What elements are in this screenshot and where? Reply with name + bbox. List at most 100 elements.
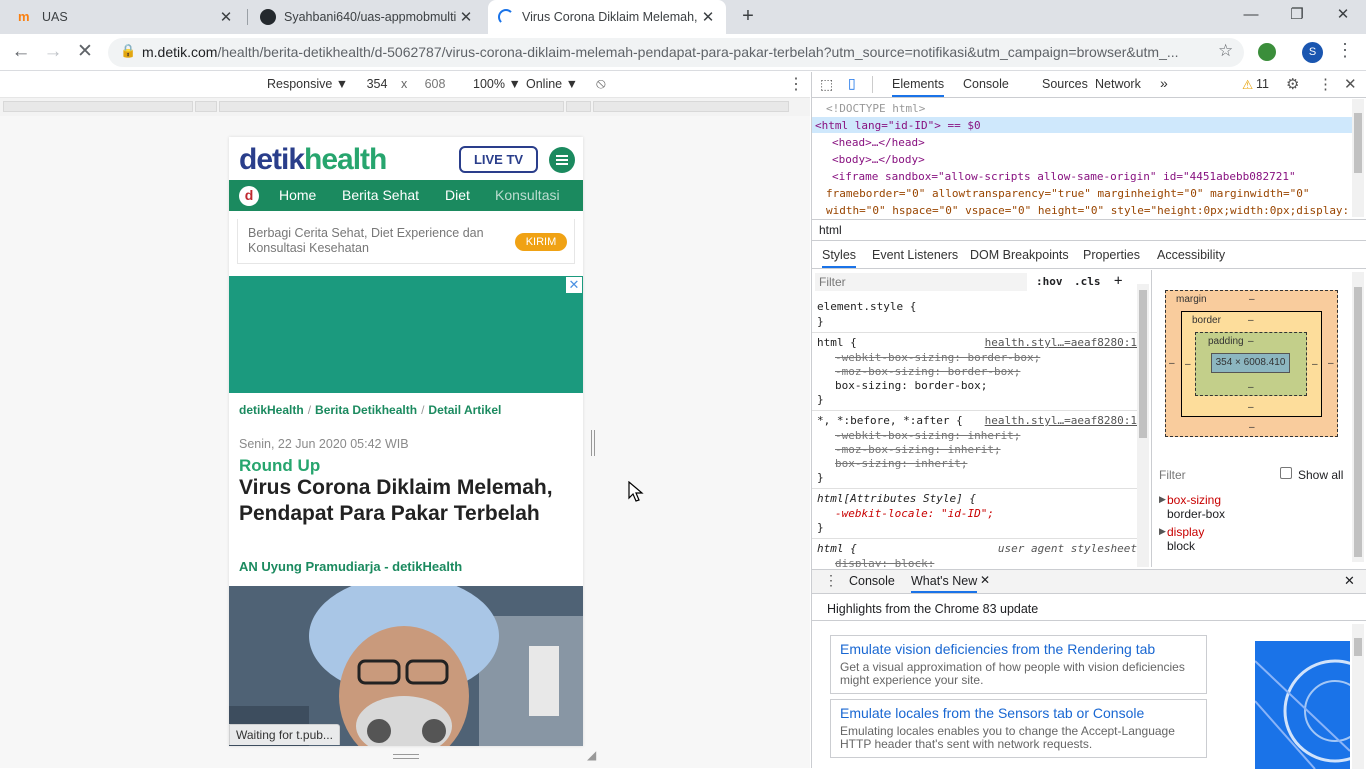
breadcrumb-detikhealth[interactable]: detikHealth (239, 403, 304, 417)
more-tabs-icon[interactable]: » (1160, 75, 1168, 91)
prop-display-block[interactable]: display: block; (835, 557, 934, 567)
close-ad-icon[interactable]: ✕ (566, 277, 582, 293)
dom-html-node[interactable]: <html lang="id-ID"> == $0 (815, 119, 981, 132)
resize-handle-right[interactable] (591, 430, 595, 456)
prop-moz-box-sizing[interactable]: -moz-box-sizing: border-box; (835, 365, 1020, 378)
styles-filter-input[interactable]: Filter (815, 273, 1027, 291)
rule-html-selector[interactable]: html { (817, 336, 857, 349)
inspect-element-icon[interactable]: ⬚ (820, 76, 833, 93)
address-bar[interactable]: 🔒 m.detik.com/health/berita-detikhealth/… (108, 38, 1244, 67)
card-title[interactable]: Emulate locales from the Sensors tab or … (840, 705, 1197, 721)
new-tab-button[interactable]: + (736, 4, 760, 30)
close-tab-icon[interactable]: ✕ (458, 8, 474, 26)
tab-detik[interactable]: Virus Corona Diklaim Melemah, P ✕ (488, 0, 726, 34)
computed-prop-name[interactable]: display (1167, 525, 1204, 539)
dom-iframe-attrs-2[interactable]: width="0" hspace="0" vspace="0" height="… (826, 204, 1349, 217)
prop-webkit-locale[interactable]: -webkit-locale: "id-ID"; (835, 507, 994, 520)
forward-button[interactable]: → (38, 34, 68, 71)
profile-avatar[interactable]: S (1302, 42, 1323, 63)
subtab-event-listeners[interactable]: Event Listeners (872, 248, 958, 262)
breadcrumb-detail[interactable]: Detail Artikel (428, 403, 501, 417)
tab-github[interactable]: Syahbani640/uas-appmobmulti ✕ (250, 0, 484, 34)
close-tab-icon[interactable]: ✕ (700, 8, 716, 26)
height-input[interactable]: 608 (415, 77, 455, 91)
rule-ua-selector[interactable]: html { (817, 542, 857, 555)
box-model-content[interactable]: 354 × 6008.410 (1211, 353, 1290, 373)
prop-webkit-box-sizing[interactable]: -webkit-box-sizing: border-box; (835, 351, 1040, 364)
styles-scrollbar[interactable] (1137, 284, 1149, 567)
rule-star-source-link[interactable]: health.styl…=aeaf8280:1 (985, 414, 1137, 427)
extension-icon[interactable] (1258, 43, 1276, 61)
prop-box-sizing[interactable]: box-sizing: border-box; (835, 379, 987, 392)
live-tv-button[interactable]: LIVE TV (459, 146, 538, 173)
show-all-checkbox[interactable] (1280, 467, 1292, 479)
hov-toggle[interactable]: :hov (1036, 275, 1063, 288)
devtools-menu-icon[interactable]: ⋮ (1318, 75, 1333, 93)
dom-body-node[interactable]: <body>…</body> (832, 153, 925, 166)
prop-webkit-inherit[interactable]: -webkit-box-sizing: inherit; (835, 429, 1020, 442)
dom-iframe-attrs[interactable]: frameborder="0" allowtransparency="true"… (826, 187, 1309, 200)
subtab-properties[interactable]: Properties (1083, 248, 1140, 262)
minimize-button[interactable]: — (1228, 0, 1274, 32)
breadcrumb-html[interactable]: html (819, 223, 842, 237)
cls-toggle[interactable]: .cls (1074, 275, 1101, 288)
bookmark-star-icon[interactable]: ☆ (1218, 41, 1233, 61)
close-window-button[interactable]: ✕ (1320, 0, 1366, 32)
expand-triangle-icon[interactable]: ▶ (1159, 526, 1166, 537)
box-model-margin[interactable]: margin – – – – border – – – – padding – … (1165, 290, 1338, 437)
url-text[interactable]: m.detik.com/health/berita-detikhealth/d-… (142, 44, 1202, 60)
tab-network[interactable]: Network (1095, 77, 1141, 91)
close-whats-new-icon[interactable]: ✕ (980, 573, 990, 587)
device-toggle-icon[interactable]: ▯ (848, 75, 856, 92)
zoom-select[interactable]: 100% ▼ (473, 77, 521, 91)
settings-gear-icon[interactable]: ⚙ (1286, 75, 1299, 93)
box-model-border[interactable]: border – – – – padding – – 354 × 6008.41… (1181, 311, 1322, 417)
tab-console[interactable]: Console (963, 77, 1009, 91)
breadcrumb-berita[interactable]: Berita Detikhealth (315, 403, 417, 417)
tab-uas[interactable]: m UAS ✕ (8, 0, 244, 34)
new-style-rule-icon[interactable]: + (1114, 273, 1122, 289)
prop-box-inherit[interactable]: box-sizing: inherit; (835, 457, 967, 470)
prop-moz-inherit[interactable]: -moz-box-sizing: inherit; (835, 443, 1001, 456)
article-kicker[interactable]: Round Up (239, 456, 320, 476)
hamburger-menu-icon[interactable] (549, 147, 575, 173)
close-devtools-icon[interactable]: ✕ (1344, 75, 1357, 93)
subtab-styles[interactable]: Styles (822, 248, 857, 268)
drawer-tab-whats-new[interactable]: What's New (911, 574, 978, 593)
stop-loading-button[interactable]: ✕ (70, 34, 100, 71)
subtab-accessibility[interactable]: Accessibility (1157, 248, 1225, 262)
computed-filter-input[interactable]: Filter (1159, 468, 1186, 482)
rule-attr-selector[interactable]: html[Attributes Style] { (817, 492, 976, 505)
warning-count[interactable]: 11 (1256, 77, 1269, 91)
detikhealth-logo[interactable]: detikhealth (239, 143, 387, 177)
kirim-button[interactable]: KIRIM (515, 233, 567, 251)
menu-icon[interactable]: ⋮ (1336, 40, 1354, 61)
card-title[interactable]: Emulate vision deficiencies from the Ren… (840, 641, 1197, 657)
dom-iframe-node[interactable]: <iframe sandbox="allow-scripts allow-sam… (832, 170, 1296, 183)
nav-home[interactable]: Home (279, 187, 316, 203)
rule-html-source-link[interactable]: health.styl…=aeaf8280:1 (985, 336, 1137, 349)
box-model-padding[interactable]: padding – – 354 × 6008.410 (1195, 332, 1307, 396)
dom-doctype[interactable]: <!DOCTYPE html> (826, 102, 925, 115)
subtab-dom-breakpoints[interactable]: DOM Breakpoints (970, 248, 1069, 262)
ad-banner[interactable]: ✕ (229, 276, 583, 393)
dom-head-node[interactable]: <head>…</head> (832, 136, 925, 149)
device-more-icon[interactable]: ⋮ (788, 74, 804, 94)
warning-icon[interactable]: ⚠ (1242, 77, 1253, 92)
drawer-scrollbar[interactable] (1352, 624, 1364, 769)
whats-new-card[interactable]: Emulate locales from the Sensors tab or … (830, 699, 1207, 758)
nav-konsultasi[interactable]: Konsultasi (495, 187, 560, 203)
whats-new-card[interactable]: Emulate vision deficiencies from the Ren… (830, 635, 1207, 694)
back-button[interactable]: ← (6, 34, 36, 71)
rotate-icon[interactable]: ⦸ (596, 75, 606, 92)
dom-scrollbar[interactable] (1352, 99, 1364, 217)
computed-prop-name[interactable]: box-sizing (1167, 493, 1221, 507)
tab-sources[interactable]: Sources (1042, 77, 1088, 91)
width-input[interactable]: 354 (357, 77, 397, 91)
device-mode-select[interactable]: Responsive ▼ (267, 77, 348, 91)
media-query-ruler[interactable] (0, 98, 810, 116)
drawer-menu-icon[interactable]: ⋮ (824, 572, 838, 589)
expand-triangle-icon[interactable]: ▶ (1159, 494, 1166, 505)
network-throttle-select[interactable]: Online ▼ (526, 77, 578, 91)
drawer-tab-console[interactable]: Console (849, 574, 895, 588)
